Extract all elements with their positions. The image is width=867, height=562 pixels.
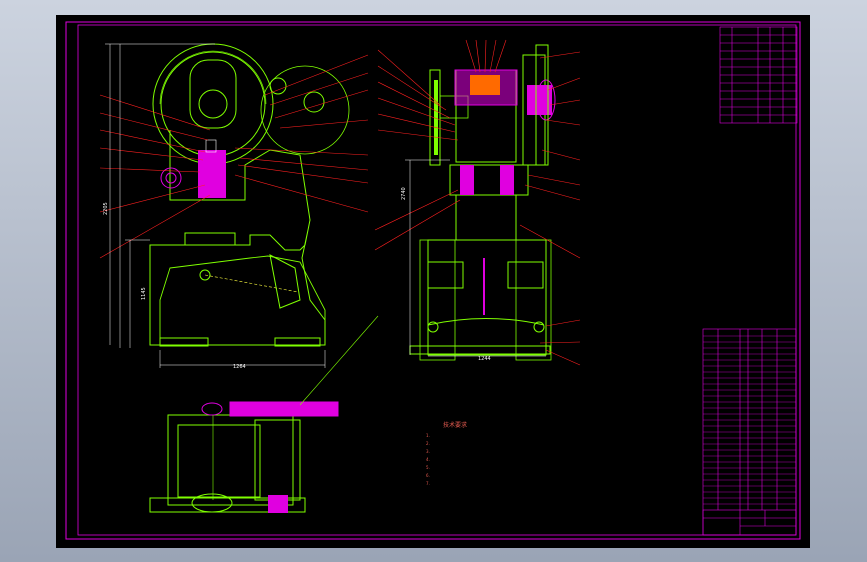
- side-dimensions: [405, 159, 546, 357]
- top-view: [149, 401, 339, 513]
- front-dimensions: [105, 43, 326, 368]
- front-view: [149, 43, 350, 347]
- cad-drawing: 1264 1244 2205 2740 1145: [65, 21, 801, 540]
- technical-note: 2.: [426, 441, 431, 446]
- cad-viewport: 1264 1244 2205 2740 1145 技术要求 1. 2. 3. 4. 5.…: [0, 0, 867, 562]
- frame-body: [149, 130, 326, 346]
- section-leader: [299, 315, 379, 406]
- dim-height-lower: 1145: [141, 287, 147, 300]
- flywheel-outer: [152, 43, 274, 165]
- title-block: [702, 509, 797, 536]
- technical-notes-title: 技术要求: [443, 422, 468, 429]
- outer-frame: [65, 21, 801, 540]
- technical-note: 3.: [426, 449, 431, 454]
- dim-width-side: 1244: [478, 356, 491, 362]
- front-leaders: [99, 54, 369, 259]
- dim-height-total: 2205: [103, 202, 109, 215]
- technical-note: 1.: [426, 433, 431, 438]
- technical-note: 7.: [426, 481, 431, 486]
- dim-width-front: 1264: [233, 364, 246, 370]
- dim-height-side: 2740: [401, 187, 407, 200]
- top-right-table: [719, 26, 798, 124]
- technical-note: 6.: [426, 473, 431, 478]
- technical-note: 5.: [426, 465, 431, 470]
- technical-note: 4.: [426, 457, 431, 462]
